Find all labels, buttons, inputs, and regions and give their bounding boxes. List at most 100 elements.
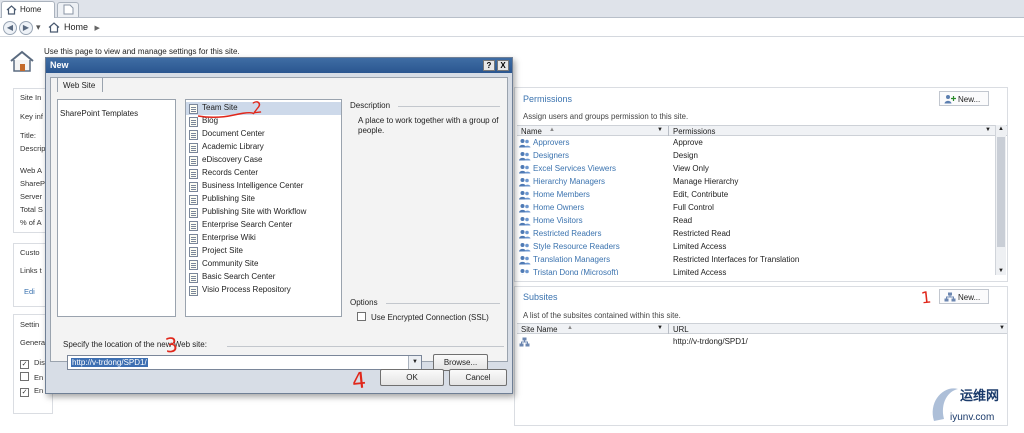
template-item[interactable]: Enterprise Search Center — [186, 219, 341, 232]
template-label: Records Center — [202, 168, 259, 177]
forward-button[interactable]: ▶ — [19, 21, 33, 35]
scroll-up-icon[interactable]: ▲ — [998, 126, 1004, 132]
col-url-header[interactable]: URL — [673, 325, 689, 334]
column-filter-icon[interactable]: ▼ — [985, 127, 991, 133]
site-template-icon — [189, 260, 198, 270]
new-website-dialog: New ? X Web Site SharePoint Templates Te… — [45, 57, 513, 394]
permission-row[interactable]: Home Visitors Read — [517, 215, 997, 228]
permission-group-name[interactable]: Home Owners — [533, 203, 584, 212]
permission-level: Limited Access — [673, 242, 727, 251]
new-permission-button[interactable]: New... — [939, 91, 989, 106]
permission-level: View Only — [673, 164, 709, 173]
template-item[interactable]: Business Intelligence Center — [186, 180, 341, 193]
site-template-icon — [189, 208, 198, 218]
col-site-name-header[interactable]: Site Name — [521, 325, 557, 334]
template-category-list[interactable]: SharePoint Templates — [57, 99, 176, 317]
dialog-title-bar[interactable]: New ? X — [46, 58, 512, 73]
back-button[interactable]: ◀ — [3, 21, 17, 35]
permission-row[interactable]: Style Resource Readers Limited Access — [517, 241, 997, 254]
settings-title: Settin — [20, 320, 40, 329]
permission-row[interactable]: Translation Managers Restricted Interface… — [517, 254, 997, 267]
template-label: Publishing Site — [202, 194, 255, 203]
permission-row[interactable]: Designers Design — [517, 150, 997, 163]
permission-row[interactable]: Excel Services Viewers View Only — [517, 163, 997, 176]
permission-group-name[interactable]: Home Visitors — [533, 216, 583, 225]
new-tab-button[interactable] — [57, 2, 79, 17]
template-item[interactable]: Publishing Site with Workflow — [186, 206, 341, 219]
template-item[interactable]: Enterprise Wiki — [186, 232, 341, 245]
permission-group-name[interactable]: Restricted Readers — [533, 229, 601, 238]
edit-link[interactable]: Edi — [24, 287, 35, 296]
watermark-url: iyunv.com — [950, 412, 995, 423]
user-group-icon — [519, 229, 531, 241]
user-group-icon — [519, 268, 531, 275]
permission-row[interactable]: Home Owners Full Control — [517, 202, 997, 215]
home-icon — [48, 22, 60, 35]
template-item[interactable]: Academic Library — [186, 141, 341, 154]
cancel-button[interactable]: Cancel — [449, 369, 507, 386]
setting-checkbox-row[interactable]: ✓ En — [20, 386, 43, 397]
category-item-sharepoint-templates[interactable]: SharePoint Templates — [60, 109, 138, 118]
template-item[interactable]: Community Site — [186, 258, 341, 271]
template-item[interactable]: Project Site — [186, 245, 341, 258]
group-divider — [386, 303, 500, 304]
new-subsite-button[interactable]: New... — [939, 289, 989, 304]
tab-home[interactable]: Home — [1, 1, 55, 18]
template-item[interactable]: Records Center — [186, 167, 341, 180]
template-item[interactable]: Basic Search Center — [186, 271, 341, 284]
close-button[interactable]: X — [497, 60, 509, 71]
permissions-scrollbar[interactable]: ▲ ▼ — [995, 125, 1006, 275]
dialog-title: New — [50, 60, 69, 70]
checkbox-checked[interactable]: ✓ — [20, 388, 29, 397]
permission-row[interactable]: Hierarchy Managers Manage Hierarchy — [517, 176, 997, 189]
template-list[interactable]: Team Site Blog Document Center Academic Lib… — [185, 99, 342, 317]
template-label: Enterprise Wiki — [202, 233, 256, 242]
permission-group-name[interactable]: Designers — [533, 151, 569, 160]
subsite-row[interactable]: http://v-trdong/SPD1/ — [517, 336, 997, 349]
template-item[interactable]: eDiscovery Case — [186, 154, 341, 167]
column-filter-icon[interactable]: ▼ — [657, 127, 663, 133]
chevron-down-icon[interactable]: ▼ — [408, 356, 421, 369]
location-input[interactable]: http://v-trdong/SPD1/ ▼ — [67, 355, 422, 370]
permission-group-name[interactable]: Tristan Dong (Microsoft) — [533, 268, 619, 275]
scroll-thumb[interactable] — [997, 137, 1005, 247]
checkbox[interactable] — [20, 372, 29, 381]
site-info-line: Total S — [20, 205, 43, 214]
permission-row[interactable]: Tristan Dong (Microsoft) Limited Access — [517, 267, 997, 275]
scroll-down-icon[interactable]: ▼ — [998, 268, 1004, 274]
template-item[interactable]: Document Center — [186, 128, 341, 141]
setting-checkbox-row[interactable]: En — [20, 372, 43, 382]
permission-row[interactable]: Restricted Readers Restricted Read — [517, 228, 997, 241]
breadcrumb-arrow-icon[interactable]: ▶ — [95, 25, 100, 32]
ssl-option[interactable]: Use Encrypted Connection (SSL) — [357, 312, 489, 322]
permission-row[interactable]: Approvers Approve — [517, 137, 997, 150]
permission-group-name[interactable]: Translation Managers — [533, 255, 610, 264]
permission-group-name[interactable]: Style Resource Readers — [533, 242, 620, 251]
ssl-checkbox[interactable] — [357, 312, 366, 321]
permission-group-name[interactable]: Home Members — [533, 190, 590, 199]
col-permissions-header[interactable]: Permissions — [673, 127, 715, 136]
permission-group-name[interactable]: Approvers — [533, 138, 569, 147]
site-hierarchy-icon — [519, 337, 530, 349]
ok-button[interactable]: OK — [380, 369, 444, 386]
column-divider — [668, 126, 669, 136]
setting-checkbox-row[interactable]: ✓ Dis — [20, 358, 45, 369]
checkbox-checked[interactable]: ✓ — [20, 360, 29, 369]
annotation-number: 4 — [350, 368, 368, 395]
tab-web-site[interactable]: Web Site — [57, 77, 103, 92]
permissions-header: Name ▲ ▼ Permissions ▼ — [517, 125, 1007, 136]
history-dropdown[interactable]: ▾ — [36, 22, 41, 33]
col-name-header[interactable]: Name — [521, 127, 542, 136]
help-button[interactable]: ? — [483, 60, 495, 71]
breadcrumb[interactable]: Home ▶ — [48, 22, 100, 35]
permission-row[interactable]: Home Members Edit, Contribute — [517, 189, 997, 202]
template-item[interactable]: Visio Process Repository — [186, 284, 341, 297]
column-filter-icon[interactable]: ▼ — [999, 325, 1005, 331]
navigation-bar: ◀ ▶ ▾ Home ▶ — [0, 19, 1024, 37]
template-item[interactable]: Publishing Site — [186, 193, 341, 206]
permission-group-name[interactable]: Excel Services Viewers — [533, 164, 616, 173]
column-filter-icon[interactable]: ▼ — [657, 325, 663, 331]
location-value: http://v-trdong/SPD1/ — [71, 358, 148, 367]
permission-group-name[interactable]: Hierarchy Managers — [533, 177, 605, 186]
site-info-line: % of A — [20, 218, 42, 227]
